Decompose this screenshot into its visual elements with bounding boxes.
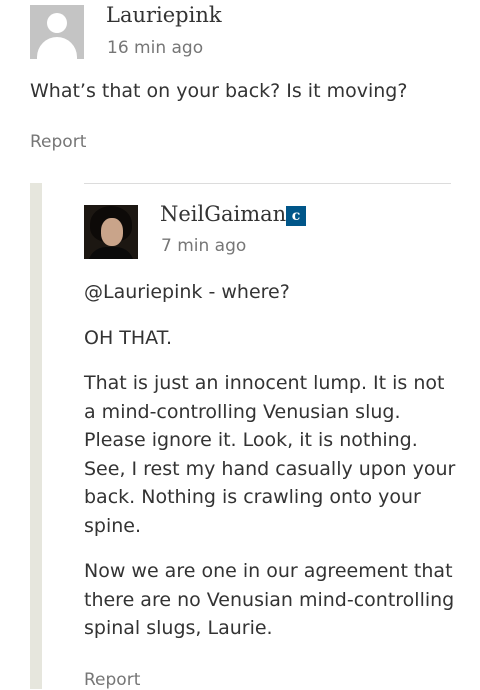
reply-divider	[84, 183, 451, 184]
avatar-shirt-shape	[88, 247, 134, 259]
avatar-face-shape	[101, 218, 123, 246]
comment-author-name[interactable]: Lauriepink	[106, 3, 222, 27]
reply-timestamp[interactable]: 7 min ago	[161, 236, 246, 256]
avatar-head-shape	[47, 13, 67, 33]
comment-text: What’s that on your back? Is it moving?	[30, 80, 408, 102]
report-link[interactable]: Report	[84, 670, 140, 690]
reply-body: @Lauriepink - where? OH THAT. That is ju…	[84, 278, 459, 660]
report-link[interactable]: Report	[30, 132, 86, 152]
reply-paragraph: That is just an innocent lump. It is not…	[84, 372, 456, 537]
avatar-body-shape	[37, 37, 77, 59]
comment-timestamp[interactable]: 16 min ago	[107, 38, 203, 58]
reply-thread-rail	[30, 183, 42, 689]
staff-badge-icon: c	[286, 206, 306, 226]
user-avatar[interactable]	[84, 205, 138, 259]
reply-paragraph: Now we are one in our agreement that the…	[84, 560, 455, 639]
reply-paragraph: OH THAT.	[84, 326, 173, 349]
reply-author-name[interactable]: NeilGaiman	[160, 202, 286, 226]
reply-paragraph: @Lauriepink - where?	[84, 281, 290, 303]
default-user-avatar-icon[interactable]	[30, 5, 84, 59]
